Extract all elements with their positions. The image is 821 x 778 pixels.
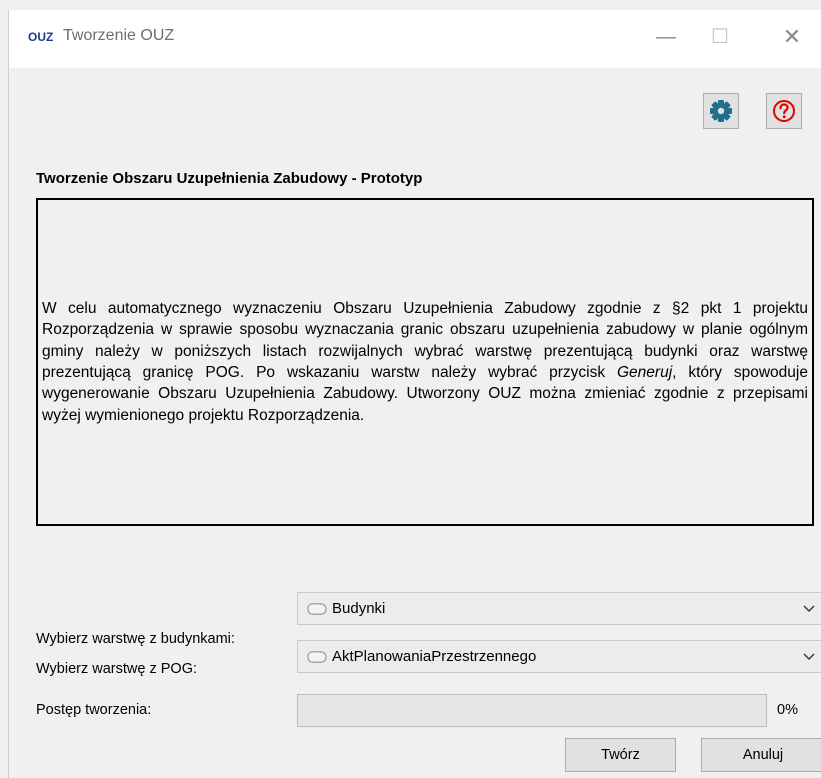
buildings-layer-label: Wybierz warstwę z budynkami:	[36, 631, 235, 647]
progress-label: Postęp tworzenia:	[36, 702, 152, 718]
polygon-layer-icon	[307, 603, 327, 615]
progress-bar	[297, 694, 767, 727]
dialog-window: OUZ Tworzenie OUZ — ☐ ✕ Tworzenie Obszar…	[8, 10, 821, 778]
chevron-down-icon	[803, 605, 815, 612]
description-emphasis: Generuj	[617, 364, 673, 381]
maximize-button[interactable]: ☐	[697, 20, 743, 54]
pog-layer-value: AktPlanowaniaPrzestrzennego	[332, 648, 537, 665]
cancel-button[interactable]: Anuluj	[701, 738, 821, 772]
create-button[interactable]: Twórz	[565, 738, 676, 772]
help-button[interactable]	[766, 93, 802, 129]
polygon-layer-icon	[307, 651, 327, 663]
question-circle-icon	[773, 100, 795, 122]
settings-button[interactable]	[703, 93, 739, 129]
chevron-down-icon	[803, 653, 815, 660]
pog-layer-label: Wybierz warstwę z POG:	[36, 661, 198, 677]
window-title: Tworzenie OUZ	[63, 27, 175, 44]
title-bar: OUZ Tworzenie OUZ — ☐ ✕	[9, 10, 821, 68]
description-box: W celu automatycznego wyznaczeniu Obszar…	[36, 198, 814, 526]
progress-percent: 0%	[777, 702, 798, 718]
minimize-button[interactable]: —	[643, 20, 689, 54]
description-text: W celu automatycznego wyznaczeniu Obszar…	[38, 298, 812, 426]
app-logo: OUZ	[28, 30, 54, 44]
buildings-layer-select[interactable]: Budynki	[297, 592, 821, 625]
page-title: Tworzenie Obszaru Uzupełnienia Zabudowy …	[36, 170, 423, 187]
close-button[interactable]: ✕	[769, 20, 815, 54]
buildings-layer-value: Budynki	[332, 600, 386, 617]
gear-icon	[710, 100, 732, 122]
pog-layer-select[interactable]: AktPlanowaniaPrzestrzennego	[297, 640, 821, 673]
